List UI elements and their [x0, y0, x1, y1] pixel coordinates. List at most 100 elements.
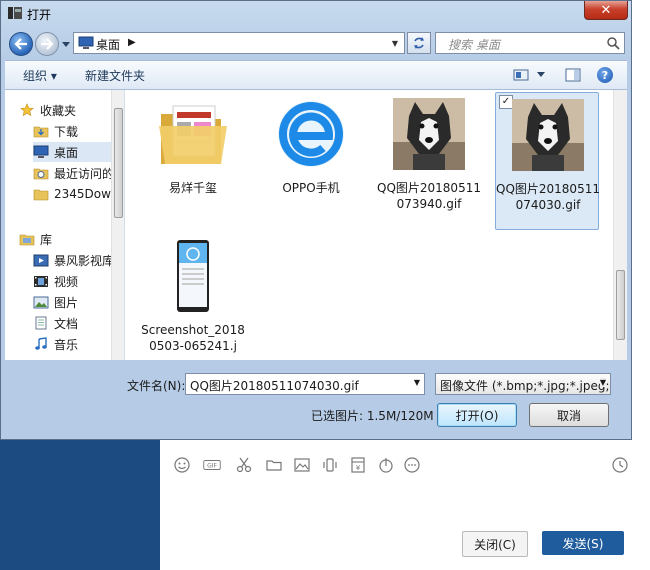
file-item-image-1[interactable]: QQ图片20180511073940.gif — [377, 92, 481, 232]
video-lib-icon — [33, 252, 49, 268]
sidebar-item-label: 音乐 — [54, 337, 79, 352]
star-icon — [19, 102, 35, 118]
selected-size-info: 已选图片: 1.5M/120M — [311, 409, 434, 423]
dialog-title: 打开 — [27, 8, 52, 22]
svg-text:GIF: GIF — [207, 463, 217, 470]
file-list: 易烊千玺 OPPO手机 QQ图片20180511073940.gif ✓ QQ图… — [125, 90, 627, 360]
address-segment-desktop[interactable]: 桌面 — [96, 36, 120, 53]
more-icon[interactable] — [402, 455, 422, 475]
cancel-button[interactable]: 取消 — [529, 403, 609, 427]
documents-icon — [33, 315, 49, 331]
organize-button[interactable]: 组织 ▾ — [23, 67, 57, 84]
filetype-select[interactable]: 图像文件 (*.bmp;*.jpg;*.jpeg;* ▼ — [435, 373, 611, 395]
new-folder-button[interactable]: 新建文件夹 — [85, 67, 145, 84]
shake-icon[interactable] — [320, 455, 340, 475]
svg-text:¥: ¥ — [356, 464, 361, 472]
video-icon — [33, 273, 49, 289]
gif-icon[interactable]: GIF — [200, 455, 224, 475]
file-item-image-2[interactable]: ✓ QQ图片20180511074030.gif — [495, 92, 600, 230]
scissors-icon[interactable] — [234, 455, 254, 475]
dog-image-thumbnail — [393, 98, 465, 170]
file-name: 易烊千玺 — [168, 181, 217, 195]
chevron-down-icon[interactable]: ▼ — [599, 378, 606, 387]
search-input[interactable]: 搜索 桌面 — [435, 32, 625, 54]
recent-locations-button[interactable] — [61, 40, 71, 50]
dog-image-thumbnail — [512, 99, 584, 171]
file-item-oppo[interactable]: OPPO手机 — [259, 92, 363, 232]
sidebar-item-label: 2345Down — [54, 187, 119, 201]
red-packet-icon[interactable]: ¥ — [348, 455, 368, 475]
chat-close-button[interactable]: 关闭(C) — [462, 531, 528, 557]
folder-icon — [33, 186, 49, 202]
sidebar-item-label: 最近访问的 — [54, 166, 115, 181]
forward-button[interactable] — [35, 32, 59, 56]
music-icon — [33, 336, 49, 352]
search-icon[interactable] — [606, 36, 620, 50]
folder-icon[interactable] — [264, 455, 284, 475]
chevron-down-icon[interactable]: ▼ — [414, 378, 420, 387]
sidebar-item-label: 桌面 — [54, 145, 79, 160]
search-placeholder: 搜索 桌面 — [448, 38, 500, 52]
open-button[interactable]: 打开(O) — [437, 403, 517, 427]
oppo-app-icon — [278, 101, 344, 167]
file-item-folder[interactable]: 易烊千玺 — [141, 92, 245, 232]
desktop-icon — [78, 36, 94, 49]
file-name: QQ图片20180511074030.gif — [496, 182, 600, 212]
background-desktop — [0, 440, 160, 570]
background-window-edge — [632, 0, 650, 440]
filename-input[interactable]: QQ图片20180511074030.gif ▼ — [185, 373, 425, 395]
phone-screenshot-thumbnail — [177, 240, 209, 312]
file-name: QQ图片20180511073940.gif — [377, 181, 481, 211]
folder-thumbnail-icon — [159, 105, 227, 164]
sidebar-item-label: 视频 — [54, 274, 79, 289]
pictures-icon — [33, 294, 49, 310]
back-button[interactable] — [9, 32, 33, 56]
file-name: Screenshot_20180503-065241.j — [141, 323, 245, 353]
back-arrow-icon — [14, 38, 27, 50]
refresh-icon — [414, 37, 424, 49]
sidebar-item-favorites[interactable]: 收藏夹 — [19, 100, 124, 120]
history-clock-icon[interactable] — [610, 455, 630, 475]
chevron-down-icon — [62, 42, 70, 47]
filename-value: QQ图片20180511074030.gif — [190, 379, 359, 393]
view-icon — [513, 69, 529, 81]
sidebar-item-desktop[interactable]: 桌面 — [33, 142, 111, 162]
address-bar[interactable]: 桌面 ▶ ▼ — [73, 32, 405, 54]
command-bar: 组织 ▾ 新建文件夹 ? — [5, 60, 627, 90]
preview-pane-icon[interactable] — [565, 67, 581, 83]
chevron-down-icon — [537, 72, 545, 77]
sidebar-item-label: 文档 — [54, 316, 79, 331]
file-item-screenshot[interactable]: Screenshot_20180503-065241.j — [141, 234, 245, 358]
refresh-button[interactable] — [407, 32, 431, 54]
file-list-scrollbar[interactable] — [613, 90, 627, 360]
image-icon[interactable] — [292, 455, 312, 475]
close-button[interactable]: ✕ — [584, 1, 628, 20]
sidebar-item-label: 收藏夹 — [40, 103, 77, 118]
sidebar-item-label: 库 — [40, 232, 53, 247]
sidebar-scrollbar[interactable] — [111, 90, 124, 360]
breadcrumb-arrow-icon[interactable]: ▶ — [128, 37, 136, 48]
sidebar-item-libraries[interactable]: 库 — [19, 229, 124, 249]
app-icon — [8, 7, 22, 19]
help-icon[interactable]: ? — [597, 67, 613, 83]
emoji-icon[interactable] — [172, 455, 192, 475]
sidebar-item-label: 下载 — [54, 124, 79, 139]
change-view-button[interactable] — [513, 68, 545, 82]
filename-label: 文件名(N): — [127, 379, 186, 393]
select-checkbox[interactable]: ✓ — [499, 95, 513, 109]
desktop-icon — [33, 144, 49, 160]
forward-arrow-icon — [41, 38, 54, 50]
file-list-scroll-thumb[interactable] — [616, 270, 625, 340]
sidebar-item-label: 图片 — [54, 295, 79, 310]
address-dropdown-icon[interactable]: ▼ — [388, 36, 402, 50]
library-icon — [19, 231, 35, 247]
file-name: OPPO手机 — [282, 181, 340, 195]
sidebar-item-label: 暴风影视库 — [54, 253, 115, 268]
chat-send-button[interactable]: 发送(S) — [542, 531, 624, 555]
download-folder-icon — [33, 123, 49, 139]
filetype-value: 图像文件 (*.bmp;*.jpg;*.jpeg;* — [440, 379, 611, 393]
sidebar-scroll-thumb[interactable] — [114, 108, 123, 218]
navigation-pane: 收藏夹 下载 桌面 最近访问的 2345Down 库 暴风影视库 视频 图片 文… — [5, 90, 125, 360]
music-share-icon[interactable] — [376, 455, 396, 475]
title-bar: 打开 ✕ — [1, 1, 631, 27]
